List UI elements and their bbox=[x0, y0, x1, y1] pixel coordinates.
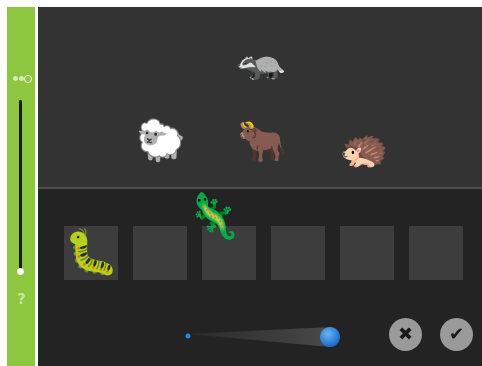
placed-caterpillar[interactable]: 🐛 bbox=[64, 231, 119, 283]
level-slider-track[interactable] bbox=[19, 100, 22, 274]
order-slot-2[interactable] bbox=[133, 226, 187, 280]
animal-pool: 🦡 🐑 🐂 🦔 bbox=[38, 7, 482, 187]
cancel-button[interactable]: ✖ bbox=[389, 318, 422, 351]
sidebar: ? bbox=[7, 7, 36, 366]
order-slot-6[interactable] bbox=[409, 226, 463, 280]
small-dot-icon bbox=[185, 333, 191, 339]
level-slider-knob[interactable] bbox=[17, 267, 24, 275]
game-board: 🦡 🐑 🐂 🦔 🐛 🦎 ✖ ✔ bbox=[38, 7, 482, 366]
level-dot bbox=[24, 75, 32, 83]
animal-hedgehog[interactable]: 🦔 bbox=[338, 129, 390, 181]
level-dots-icon bbox=[12, 75, 32, 83]
large-dot-icon bbox=[320, 327, 340, 347]
divider bbox=[38, 187, 482, 189]
animal-ox[interactable]: 🐂 bbox=[236, 122, 288, 174]
confirm-button[interactable]: ✔ bbox=[440, 318, 473, 351]
order-slot-5[interactable] bbox=[340, 226, 394, 280]
level-dot bbox=[13, 76, 18, 81]
order-slot-4[interactable] bbox=[271, 226, 325, 280]
size-ladder-wedge bbox=[188, 327, 330, 347]
animal-sheep[interactable]: 🐑 bbox=[135, 121, 187, 173]
help-icon[interactable]: ? bbox=[7, 290, 36, 308]
animal-badger[interactable]: 🦡 bbox=[235, 40, 287, 92]
dragging-lizard[interactable]: 🦎 bbox=[186, 195, 241, 247]
